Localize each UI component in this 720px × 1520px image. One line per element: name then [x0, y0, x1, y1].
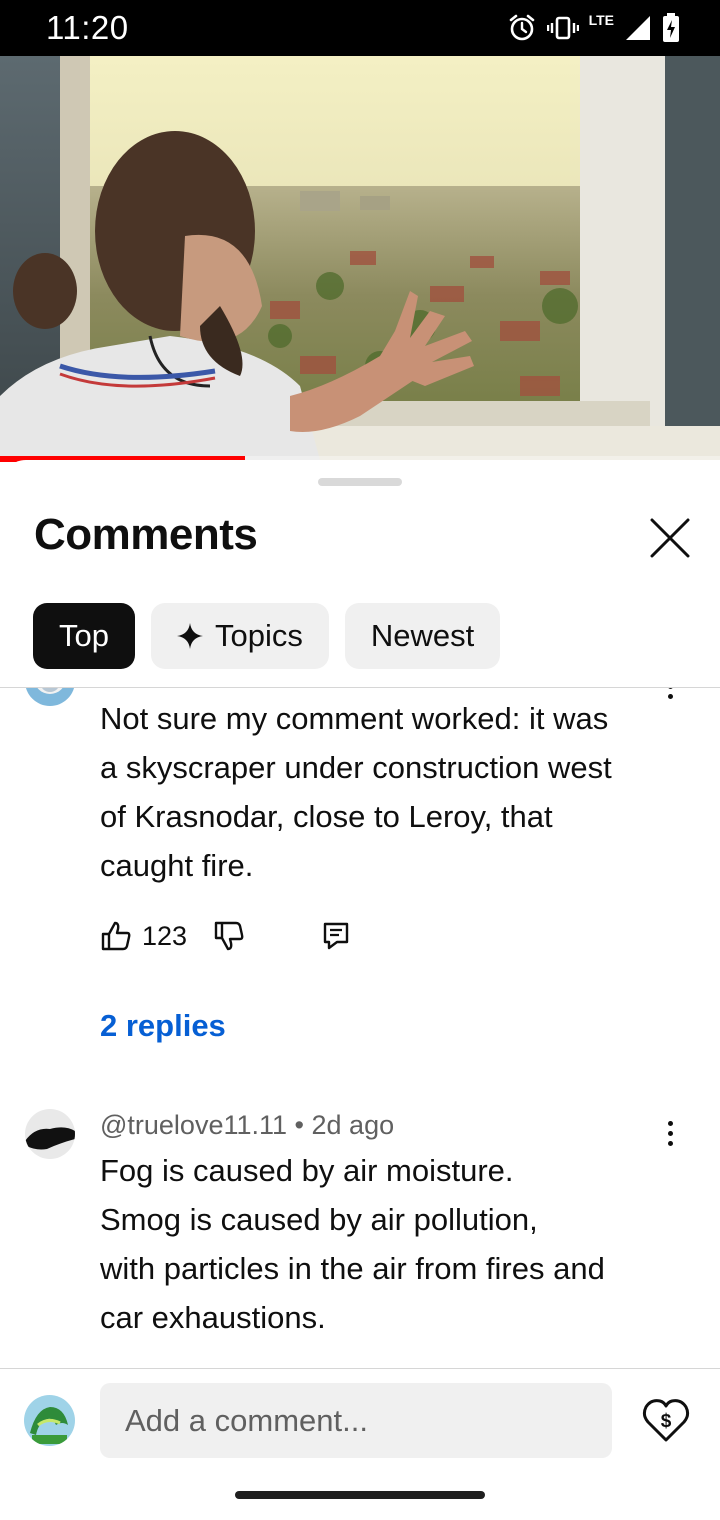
meta-separator: •: [294, 1110, 304, 1140]
comment-line: of Krasnodar, close to Leroy, that: [100, 799, 553, 834]
commenter-avatar[interactable]: [25, 1109, 75, 1159]
user-avatar-image: [24, 1395, 75, 1446]
chip-topics-label: Topics: [214, 618, 303, 653]
status-time: 11:20: [46, 9, 129, 46]
comment-line: Not sure my comment worked: it was: [100, 701, 609, 736]
sheet-title: Comments: [34, 510, 258, 559]
comment-text: Fog is caused by air moisture. Smog is c…: [100, 1146, 680, 1342]
chip-newest-label: Newest: [370, 618, 475, 653]
super-thanks-button[interactable]: $: [641, 1396, 691, 1444]
comment-actions: 123: [100, 916, 349, 956]
network-type-label: LTE: [588, 12, 614, 28]
user-avatar[interactable]: [24, 1395, 75, 1446]
comment-author[interactable]: @truelove11.11: [100, 1110, 287, 1140]
heart-dollar-icon: $: [642, 1399, 690, 1442]
thumbs-down-icon[interactable]: [213, 920, 245, 952]
drag-handle[interactable]: [318, 478, 402, 486]
like-count: 123: [142, 920, 188, 951]
commenter-avatar[interactable]: [25, 688, 75, 706]
chip-top-label: Top: [59, 618, 109, 653]
composer-divider: [0, 1368, 720, 1369]
sparkle-icon: [176, 623, 203, 649]
close-button[interactable]: [640, 510, 700, 566]
status-icons: LTE: [507, 12, 680, 44]
avatar-image: [37, 688, 63, 694]
comment-line: with particles in the air from fires and: [100, 1251, 605, 1286]
chip-newest[interactable]: Newest: [344, 603, 501, 669]
reply-icon[interactable]: [323, 922, 349, 950]
close-icon: [650, 518, 690, 558]
more-dot: [667, 688, 673, 689]
signal-icon: [626, 16, 650, 40]
comment-text: Not sure my comment worked: it was a sky…: [100, 694, 680, 890]
status-bar: 11:20 LTE: [0, 0, 720, 56]
thumbs-up-icon[interactable]: [100, 920, 132, 952]
avatar-image: [25, 1127, 75, 1150]
video-frame-image: [0, 56, 720, 460]
comment-line: car exhaustions.: [100, 1300, 326, 1335]
vibrate-icon: [546, 16, 579, 40]
chip-topics[interactable]: Topics: [150, 603, 329, 669]
more-dot: [667, 1120, 673, 1126]
battery-charging-icon: [663, 13, 679, 42]
svg-text:$: $: [661, 1411, 672, 1432]
comment-line: caught fire.: [100, 848, 254, 883]
comment-line: Fog is caused by air moisture.: [100, 1153, 514, 1188]
view-replies-link[interactable]: 2 replies: [100, 1008, 226, 1044]
alarm-icon: [509, 14, 534, 41]
sort-chips: Top Topics Newest: [33, 603, 501, 669]
comment-input[interactable]: [100, 1383, 612, 1458]
more-dot: [667, 1130, 673, 1136]
gesture-nav-pill[interactable]: [235, 1491, 485, 1499]
comment-line: Smog is caused by air pollution,: [100, 1202, 538, 1237]
more-dot: [667, 1140, 673, 1146]
chip-top[interactable]: Top: [33, 603, 135, 669]
comment-age: 2d ago: [311, 1110, 395, 1140]
video-player[interactable]: [0, 56, 720, 460]
comment-line: a skyscraper under construction west: [100, 750, 612, 785]
comment-meta: @truelove11.11 • 2d ago: [100, 1110, 394, 1141]
comments-list[interactable]: Not sure my comment worked: it was a sky…: [0, 688, 720, 1368]
